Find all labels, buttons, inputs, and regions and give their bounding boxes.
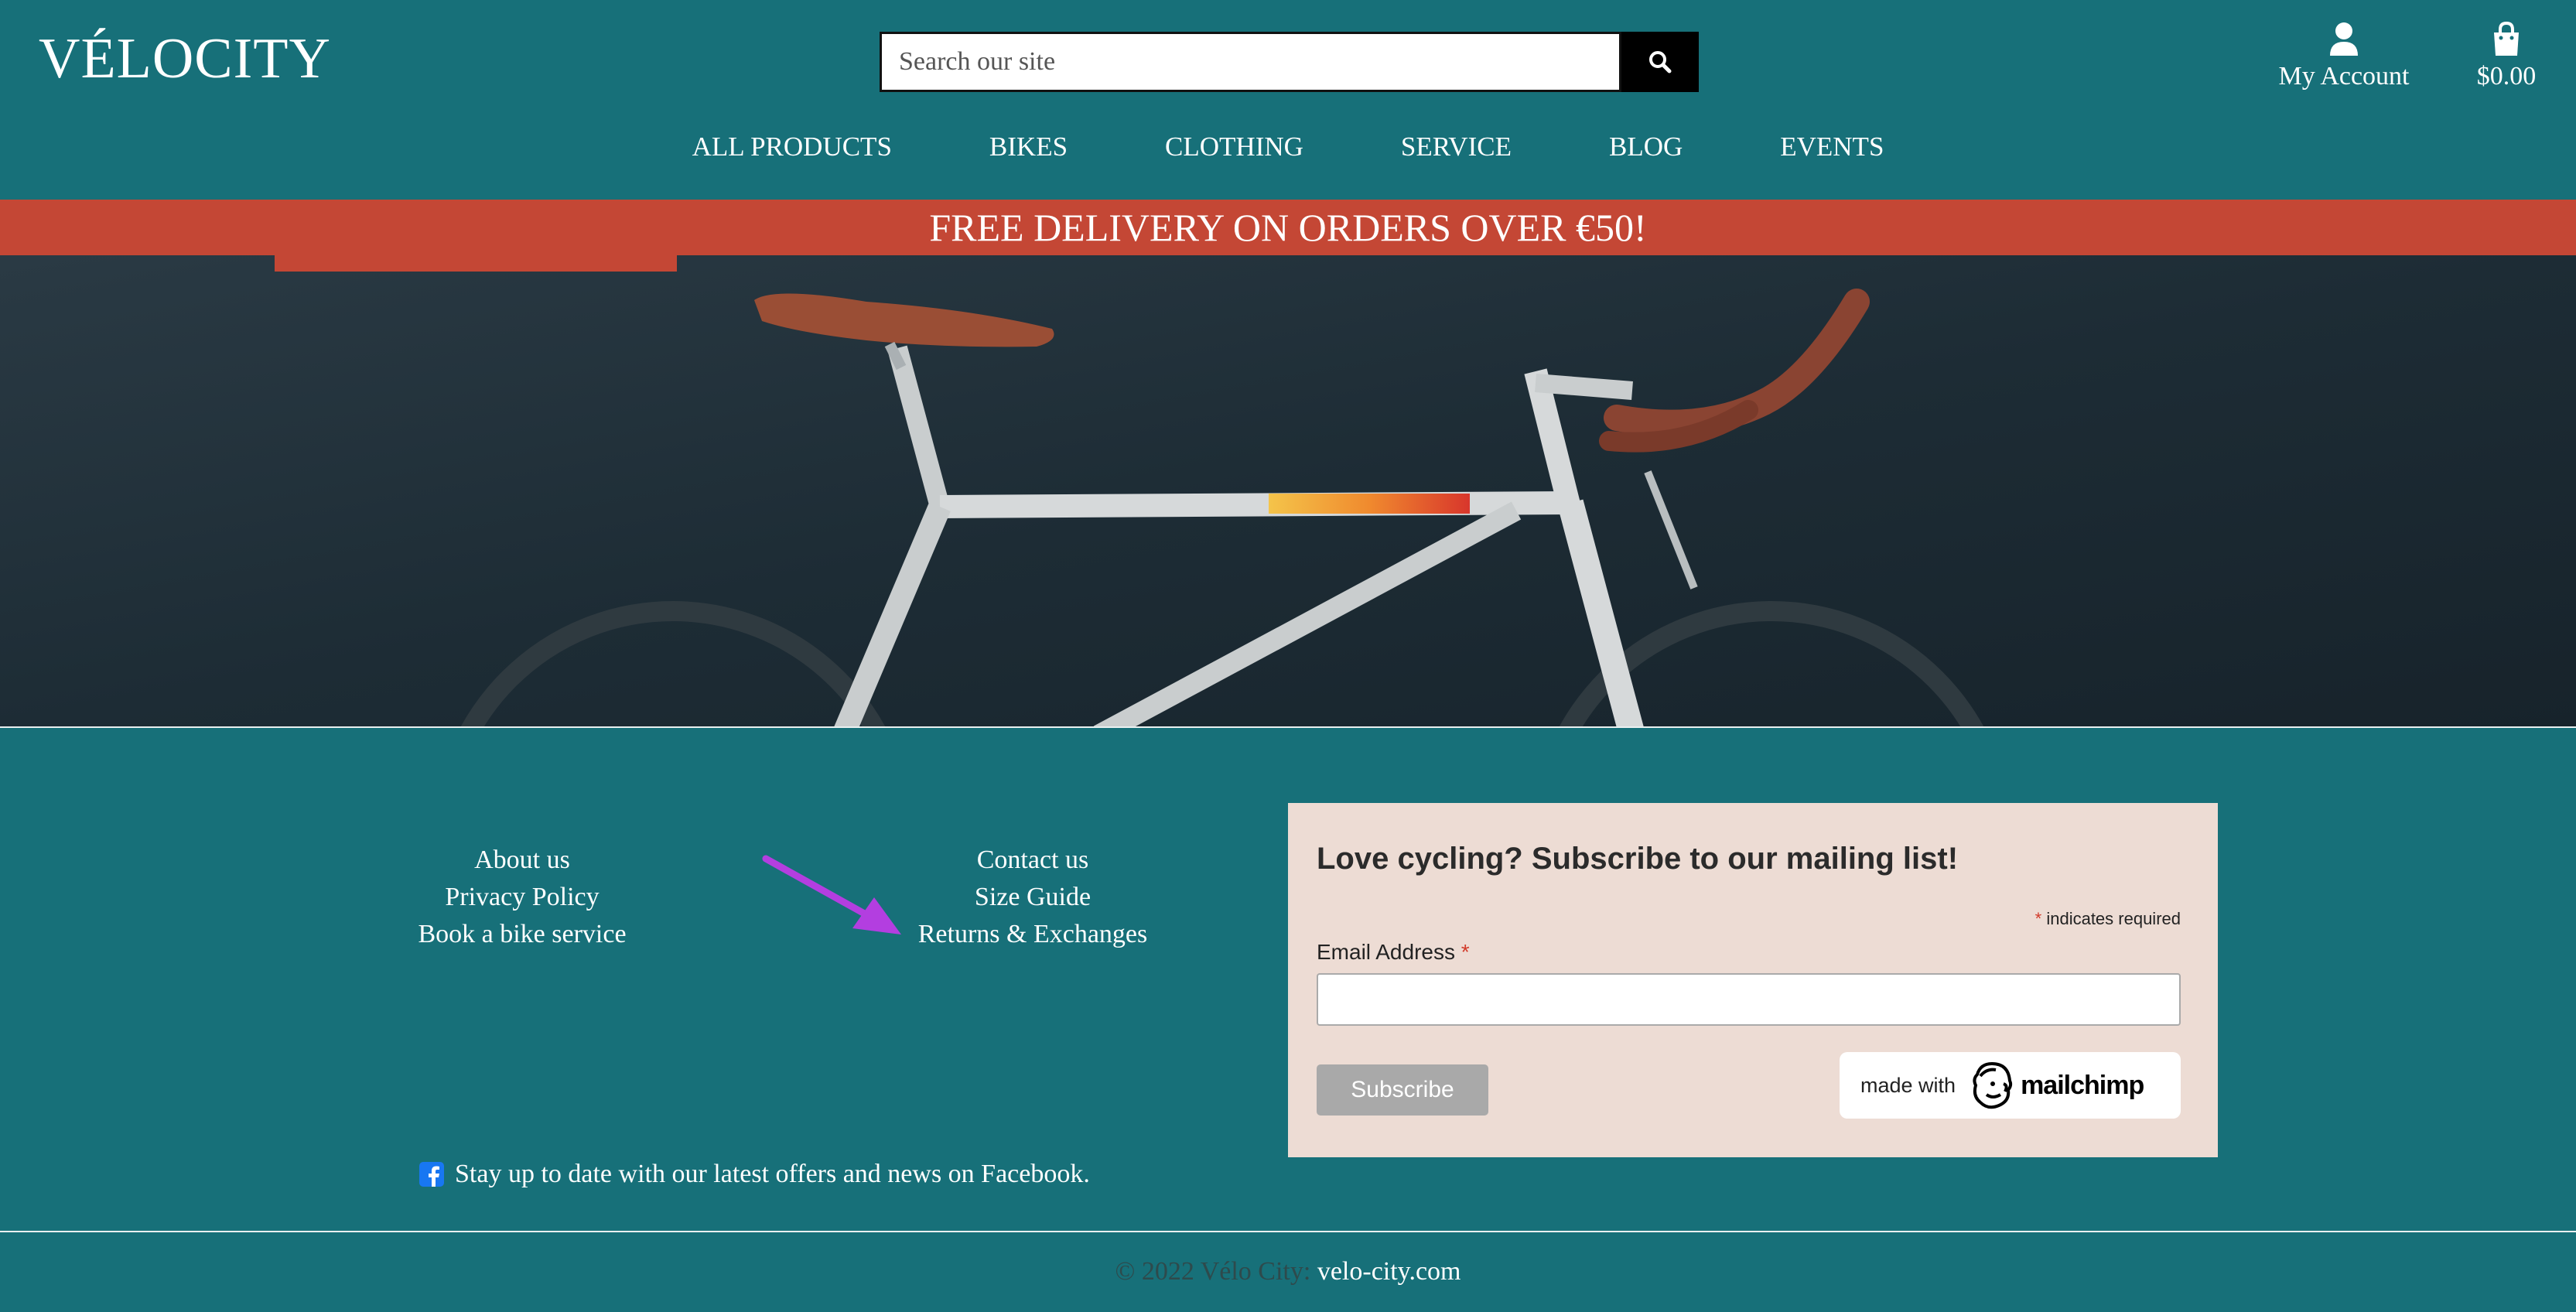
footer-links-left: About us Privacy Policy Book a bike serv… — [367, 842, 677, 953]
mailchimp-freddie-icon — [1973, 1061, 2013, 1109]
copyright: © 2022 Vélo City: velo-city.com — [0, 1257, 2576, 1286]
nav-service[interactable]: SERVICE — [1401, 132, 1512, 162]
user-icon — [2330, 22, 2358, 56]
copyright-text: © 2022 Vélo City: — [1115, 1257, 1317, 1286]
nav-events[interactable]: EVENTS — [1780, 132, 1884, 162]
footer-link-size-guide[interactable]: Size Guide — [878, 879, 1187, 916]
email-label-text: Email Address — [1317, 940, 1461, 964]
required-text: indicates required — [2041, 909, 2181, 928]
footer-link-privacy[interactable]: Privacy Policy — [367, 879, 677, 916]
mailchimp-made-with: made with — [1860, 1073, 1956, 1097]
subscribe-button[interactable]: Subscribe — [1317, 1064, 1488, 1116]
footer-link-about[interactable]: About us — [367, 842, 677, 879]
facebook-text: Stay up to date with our latest offers a… — [455, 1160, 1090, 1188]
copyright-site-link[interactable]: velo-city.com — [1317, 1257, 1461, 1286]
search-icon — [1649, 51, 1672, 73]
footer-link-contact[interactable]: Contact us — [878, 842, 1187, 879]
footer-link-book-service[interactable]: Book a bike service — [367, 916, 677, 953]
nav-blog[interactable]: BLOG — [1609, 132, 1683, 162]
site-logo[interactable]: VÉLOCITY — [39, 26, 331, 92]
hero-bike-image — [0, 255, 2576, 727]
nav-bikes[interactable]: BIKES — [989, 132, 1068, 162]
search-input[interactable] — [880, 32, 1621, 92]
mailchimp-badge[interactable]: made with mailchimp — [1840, 1052, 2181, 1119]
banner-tab-decoration — [275, 255, 677, 272]
required-star: * — [2034, 909, 2042, 928]
promo-banner: FREE DELIVERY ON ORDERS OVER €50! — [0, 200, 2576, 255]
hero-divider — [0, 726, 2576, 728]
email-label: Email Address * — [1317, 940, 1470, 965]
my-account-link[interactable]: My Account — [2267, 22, 2421, 91]
nav-clothing[interactable]: CLOTHING — [1165, 132, 1303, 162]
facebook-icon — [419, 1162, 444, 1187]
email-required-star: * — [1461, 940, 1470, 964]
footer-link-returns[interactable]: Returns & Exchanges — [878, 916, 1187, 953]
promo-banner-text: FREE DELIVERY ON ORDERS OVER €50! — [929, 206, 1647, 249]
footer-divider — [0, 1231, 2576, 1232]
cart-link[interactable]: $0.00 — [2460, 21, 2553, 91]
facebook-link[interactable]: Stay up to date with our latest offers a… — [419, 1160, 1090, 1189]
footer-links-right: Contact us Size Guide Returns & Exchange… — [878, 842, 1187, 953]
mailchimp-wordmark: mailchimp — [2021, 1070, 2144, 1100]
site-header: VÉLOCITY My Account $0.00 ALL PRODUCTS B… — [0, 0, 2576, 200]
nav-all-products[interactable]: ALL PRODUCTS — [692, 132, 892, 162]
main-nav: ALL PRODUCTS BIKES CLOTHING SERVICE BLOG… — [0, 132, 2576, 162]
email-field[interactable] — [1317, 973, 2181, 1026]
search-bar — [880, 32, 1699, 92]
shopping-bag-icon — [2494, 21, 2519, 56]
mailing-list-title: Love cycling? Subscribe to our mailing l… — [1317, 842, 1959, 876]
my-account-label: My Account — [2278, 62, 2410, 91]
cart-total: $0.00 — [2476, 62, 2537, 91]
mailing-list-form: Love cycling? Subscribe to our mailing l… — [1288, 803, 2218, 1157]
required-note: * indicates required — [2035, 909, 2181, 929]
search-button[interactable] — [1621, 32, 1699, 92]
